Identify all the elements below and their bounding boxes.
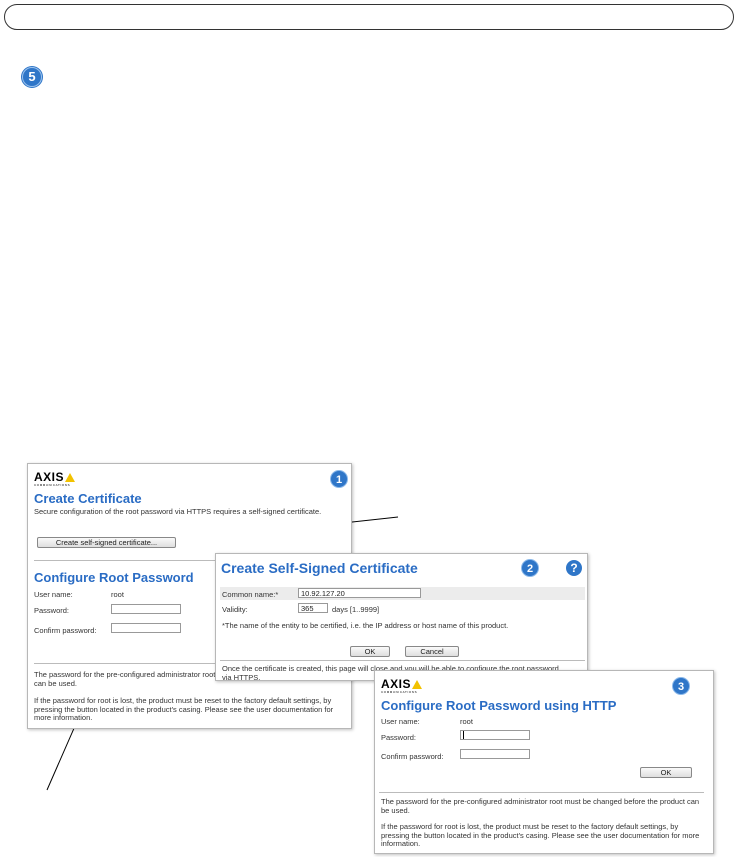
https-description: Secure configuration of the root passwor… — [34, 507, 322, 516]
password-field[interactable] — [111, 604, 181, 614]
common-name-footnote: *The name of the entity to be certified,… — [222, 621, 509, 630]
password-label: Password: — [381, 733, 417, 742]
axis-logo: AXIS COMMUNICATIONS — [381, 677, 423, 694]
password-lost-note: If the password for root is lost, the pr… — [381, 822, 700, 848]
username-label: User name: — [34, 590, 73, 599]
self-signed-certificate-title: Create Self-Signed Certificate — [221, 560, 418, 576]
text-cursor — [463, 731, 464, 739]
step-2-badge: 2 — [521, 559, 539, 577]
confirm-password-label: Confirm password: — [381, 752, 444, 761]
confirm-password-label: Confirm password: — [34, 626, 97, 635]
configure-root-password-http-title: Configure Root Password using HTTP — [381, 698, 617, 713]
password-field[interactable] — [460, 730, 530, 740]
self-signed-certificate-dialog: Create Self-Signed Certificate 2 ? Commo… — [215, 553, 588, 681]
password-label: Password: — [34, 606, 70, 615]
validity-field[interactable]: 365 — [298, 603, 328, 613]
axis-logo: AXIS COMMUNICATIONS — [34, 470, 76, 487]
validity-hint: days [1..9999] — [332, 605, 380, 614]
ok-button[interactable]: OK — [640, 767, 692, 778]
logo-triangle-icon — [412, 680, 423, 689]
confirm-password-field[interactable] — [460, 749, 530, 759]
confirm-password-field[interactable] — [111, 623, 181, 633]
step-3-badge: 3 — [672, 677, 690, 695]
create-self-signed-certificate-button[interactable]: Create self-signed certificate... — [37, 537, 176, 548]
username-label: User name: — [381, 717, 420, 726]
logo-triangle-icon — [65, 473, 76, 482]
divider — [220, 660, 585, 661]
help-icon[interactable]: ? — [566, 560, 582, 576]
ok-button[interactable]: OK — [350, 646, 390, 657]
common-name-field[interactable]: 10.92.127.20 — [298, 588, 421, 598]
cancel-button[interactable]: Cancel — [405, 646, 459, 657]
password-lost-note: If the password for root is lost, the pr… — [34, 696, 334, 722]
validity-label: Validity: — [222, 605, 248, 614]
step-1-badge: 1 — [330, 470, 348, 488]
create-certificate-title: Create Certificate — [34, 491, 142, 506]
password-note: The password for the pre-configured admi… — [381, 797, 700, 815]
common-name-label: Common name:* — [222, 590, 279, 599]
divider — [379, 792, 704, 793]
username-value: root — [460, 717, 473, 726]
configure-root-password-title: Configure Root Password — [34, 570, 194, 585]
configure-root-password-http-panel: AXIS COMMUNICATIONS 3 Configure Root Pas… — [374, 670, 714, 854]
username-value: root — [111, 590, 124, 599]
